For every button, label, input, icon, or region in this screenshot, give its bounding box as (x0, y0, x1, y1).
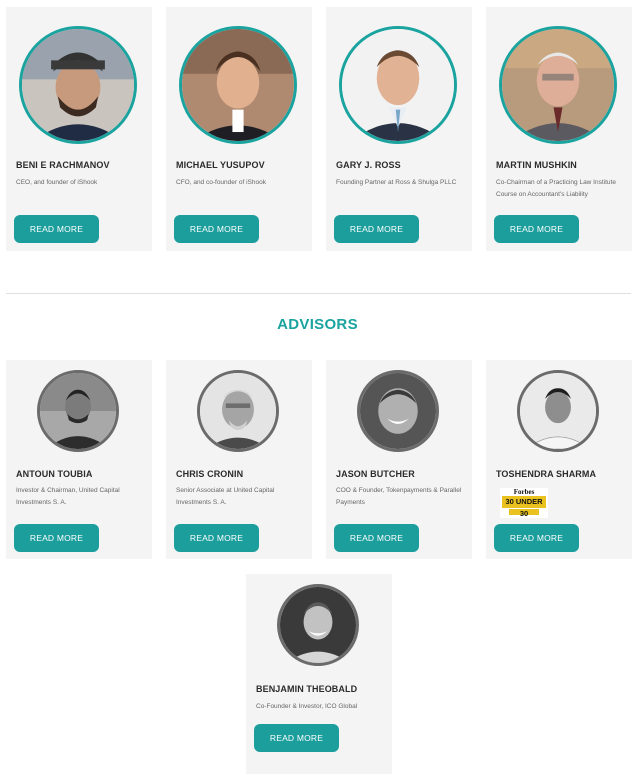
advisor-role: COO & Founder, Tokenpayments & Parallel … (336, 487, 462, 506)
avatar (517, 370, 599, 452)
advisor-card: CHRIS CRONIN Senior Associate at United … (166, 360, 312, 559)
member-role: Co-Chairman of a Practicing Law Institut… (496, 179, 616, 198)
advisors-heading: ADVISORS (277, 316, 358, 333)
team-card: MARTIN MUSHKIN Co-Chairman of a Practici… (486, 7, 632, 251)
advisor-name: BENJAMIN THEOBALD (256, 684, 358, 694)
avatar (357, 370, 439, 452)
advisor-name: CHRIS CRONIN (176, 469, 244, 479)
read-more-button[interactable]: READ MORE (494, 524, 579, 552)
avatar (339, 26, 457, 144)
advisor-card: BENJAMIN THEOBALD Co-Founder & Investor,… (246, 574, 392, 774)
member-name: BENI E RACHMANOV (16, 160, 110, 170)
forbes-30-under-30-badge: Forbes 30 UNDER 30 (500, 488, 548, 518)
member-name: GARY J. ROSS (336, 160, 401, 170)
member-name: MICHAEL YUSUPOV (176, 160, 265, 170)
avatar (499, 26, 617, 144)
read-more-button[interactable]: READ MORE (334, 215, 419, 243)
read-more-button[interactable]: READ MORE (334, 524, 419, 552)
member-role: CEO, and founder of iShook (16, 179, 98, 186)
advisor-name: JASON BUTCHER (336, 469, 415, 479)
read-more-button[interactable]: READ MORE (174, 215, 259, 243)
advisor-role: Co-Founder & Investor, ICO Global (256, 703, 358, 710)
read-more-button[interactable]: READ MORE (254, 724, 339, 752)
avatar (277, 584, 359, 666)
advisor-card: ANTOUN TOUBIA Investor & Chairman, Unite… (6, 360, 152, 559)
advisor-card: JASON BUTCHER COO & Founder, Tokenpaymen… (326, 360, 472, 559)
read-more-button[interactable]: READ MORE (494, 215, 579, 243)
avatar (19, 26, 137, 144)
team-card: BENI E RACHMANOV CEO, and founder of iSh… (6, 7, 152, 251)
avatar (37, 370, 119, 452)
advisor-role: Senior Associate at United Capital Inves… (176, 487, 275, 506)
member-role: CFO, and co-founder of iShook (176, 179, 266, 186)
member-role: Founding Partner at Ross & Shulga PLLC (336, 179, 457, 186)
avatar (179, 26, 297, 144)
team-card: MICHAEL YUSUPOV CFO, and co-founder of i… (166, 7, 312, 251)
avatar (197, 370, 279, 452)
read-more-button[interactable]: READ MORE (14, 215, 99, 243)
advisor-name: ANTOUN TOUBIA (16, 469, 93, 479)
advisor-card: TOSHENDRA SHARMA Forbes 30 UNDER 30 READ… (486, 360, 632, 559)
read-more-button[interactable]: READ MORE (174, 524, 259, 552)
read-more-button[interactable]: READ MORE (14, 524, 99, 552)
advisor-role: Investor & Chairman, United Capital Inve… (16, 487, 120, 506)
advisor-name: TOSHENDRA SHARMA (496, 469, 597, 479)
member-name: MARTIN MUSHKIN (496, 160, 577, 170)
section-divider (6, 293, 631, 294)
team-card: GARY J. ROSS Founding Partner at Ross & … (326, 7, 472, 251)
